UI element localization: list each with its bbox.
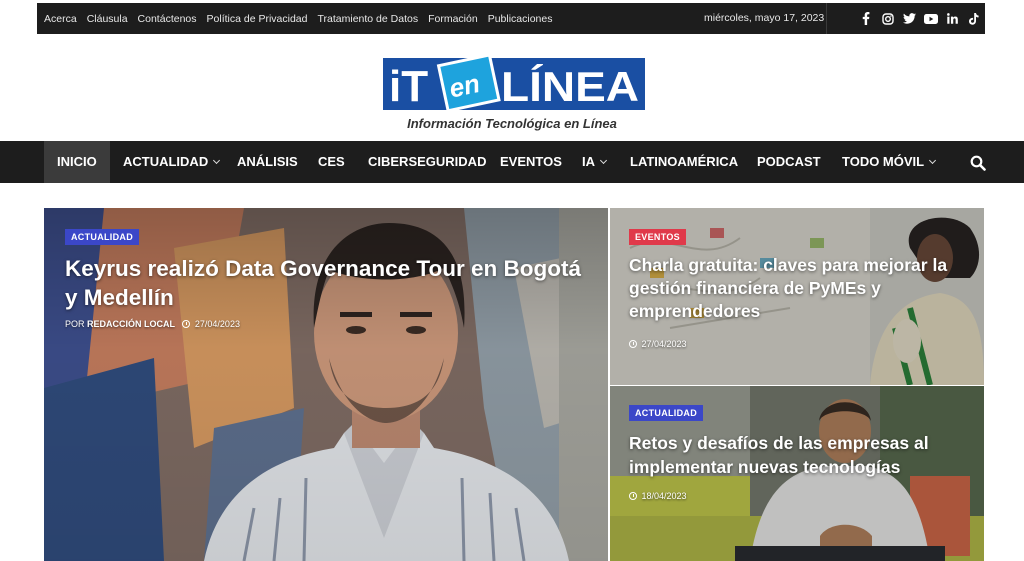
- top-link-privacidad[interactable]: Política de Privacidad: [207, 13, 308, 25]
- featured-post-meta: POR REDACCIÓN LOCAL 27/04/2023: [65, 319, 240, 329]
- top-links: Acerca Cláusula Contáctenos Política de …: [37, 3, 562, 34]
- top-link-clausula[interactable]: Cláusula: [87, 13, 128, 25]
- nav-item-label: IA: [582, 154, 595, 169]
- youtube-icon[interactable]: [920, 3, 942, 34]
- nav-item-label: EVENTOS: [500, 154, 562, 169]
- logo-text-it: iT: [389, 62, 428, 111]
- featured-post-title[interactable]: Keyrus realizó Data Governance Tour en B…: [65, 254, 595, 312]
- top-link-tratamiento-datos[interactable]: Tratamiento de Datos: [318, 13, 419, 25]
- side-post-category-badge[interactable]: ACTUALIDAD: [629, 405, 703, 421]
- nav-item-latinoamerica[interactable]: LATINOAMÉRICA: [630, 141, 738, 183]
- featured-post[interactable]: ACTUALIDAD Keyrus realizó Data Governanc…: [44, 208, 608, 561]
- nav-item-label: ACTUALIDAD: [123, 154, 209, 169]
- side-post-title[interactable]: Retos y desafíos de las empresas al impl…: [629, 431, 974, 479]
- top-link-acerca[interactable]: Acerca: [44, 13, 77, 25]
- nav-item-label: PODCAST: [757, 154, 821, 169]
- post-date: 27/04/2023: [194, 319, 240, 329]
- chevron-down-icon: [599, 156, 608, 165]
- logo-text-en: en: [447, 68, 483, 104]
- linkedin-icon[interactable]: [942, 3, 964, 34]
- top-link-contactenos[interactable]: Contáctenos: [138, 13, 197, 25]
- post-date: 18/04/2023: [641, 491, 687, 501]
- side-post-category-badge[interactable]: EVENTOS: [629, 229, 686, 245]
- post-date: 27/04/2023: [641, 339, 687, 349]
- logo-text-linea: LÍNEA: [501, 63, 639, 110]
- top-link-formacion[interactable]: Formación: [428, 13, 478, 25]
- nav-item-ces[interactable]: CES: [318, 141, 345, 183]
- header-logo-area: iT en LÍNEA Información Tecnológica en L…: [0, 34, 1024, 141]
- post-author[interactable]: REDACCIÓN LOCAL: [87, 319, 175, 329]
- featured-category-badge[interactable]: ACTUALIDAD: [65, 229, 139, 245]
- side-post-meta: 27/04/2023: [629, 339, 687, 349]
- facebook-icon[interactable]: [855, 3, 877, 34]
- clock-icon: [629, 340, 637, 348]
- nav-item-analisis[interactable]: ANÁLISIS: [237, 141, 298, 183]
- search-icon[interactable]: [970, 155, 986, 171]
- nav-item-label: TODO MÓVIL: [842, 154, 925, 169]
- nav-item-label: INICIO: [57, 154, 97, 169]
- top-bar: Acerca Cláusula Contáctenos Política de …: [0, 0, 1024, 34]
- nav-item-ia[interactable]: IA: [582, 141, 608, 183]
- nav-item-inicio[interactable]: INICIO: [44, 141, 110, 183]
- current-date: miércoles, mayo 17, 2023: [704, 12, 825, 24]
- clock-icon: [629, 492, 637, 500]
- top-link-publicaciones[interactable]: Publicaciones: [488, 13, 553, 25]
- nav-item-podcast[interactable]: PODCAST: [757, 141, 821, 183]
- social-links: [826, 3, 985, 34]
- instagram-icon[interactable]: [877, 3, 899, 34]
- nav-item-actualidad[interactable]: ACTUALIDAD: [123, 141, 221, 183]
- site-logo[interactable]: iT en LÍNEA: [383, 54, 645, 114]
- byline-prefix: POR: [65, 319, 85, 329]
- nav-item-label: LATINOAMÉRICA: [630, 154, 739, 169]
- main-navigation: INICIO ACTUALIDAD ANÁLISIS CES CIBERSEGU…: [0, 141, 1024, 183]
- top-bar-inner: Acerca Cláusula Contáctenos Política de …: [37, 3, 985, 34]
- nav-item-label: CIBERSEGURIDAD: [368, 154, 487, 169]
- nav-item-todo-movil[interactable]: TODO MÓVIL: [842, 141, 937, 183]
- nav-item-ciberseguridad[interactable]: CIBERSEGURIDAD: [368, 141, 486, 183]
- side-post[interactable]: ACTUALIDAD Retos y desafíos de las empre…: [610, 386, 984, 561]
- clock-icon: [182, 320, 191, 328]
- chevron-down-icon: [213, 156, 221, 165]
- nav-item-eventos[interactable]: EVENTOS: [500, 141, 562, 183]
- site-tagline: Información Tecnológica en Línea: [407, 116, 617, 131]
- twitter-icon[interactable]: [898, 3, 920, 34]
- nav-item-label: ANÁLISIS: [237, 154, 298, 169]
- side-post-meta: 18/04/2023: [629, 491, 687, 501]
- side-post[interactable]: EVENTOS Charla gratuita: claves para mej…: [610, 208, 984, 385]
- side-post-title[interactable]: Charla gratuita: claves para mejorar la …: [629, 254, 974, 323]
- chevron-down-icon: [929, 156, 937, 165]
- nav-item-label: CES: [318, 154, 345, 169]
- tiktok-icon[interactable]: [963, 3, 985, 34]
